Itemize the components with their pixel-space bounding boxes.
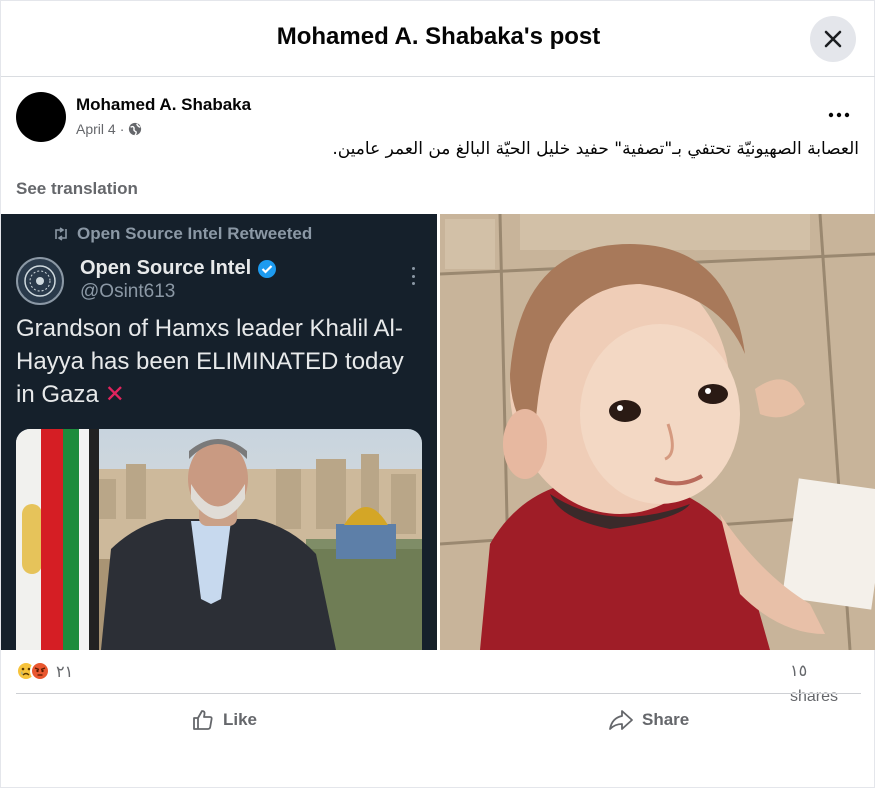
- post-meta: April 4 ·: [76, 121, 142, 137]
- actions-divider: [16, 693, 861, 694]
- tweet-text: Grandson of Hamxs leader Khalil Al-Hayya…: [16, 315, 404, 408]
- tweet-author-name: Open Source Intel: [80, 257, 277, 280]
- meta-separator: ·: [119, 121, 125, 137]
- like-label: Like: [223, 710, 258, 729]
- post-text: العصابة الصهيونيّة تحتفي بـ"تصفية" حفيد …: [332, 139, 859, 159]
- shares-label[interactable]: shares: [790, 688, 838, 706]
- close-button[interactable]: [810, 16, 856, 62]
- post-image-child-photo[interactable]: [440, 214, 875, 650]
- more-horizontal-icon: [828, 112, 850, 118]
- like-button[interactable]: Like: [191, 704, 257, 736]
- more-options-button[interactable]: [823, 104, 855, 126]
- tweet-avatar: [16, 257, 64, 305]
- reactions-summary[interactable]: ٢١: [16, 661, 73, 681]
- share-icon: [609, 710, 633, 730]
- tweet-embedded-photo: [16, 429, 422, 650]
- author-name[interactable]: Mohamed A. Shabaka: [76, 95, 251, 115]
- angry-reaction-icon: [30, 661, 50, 681]
- tweet-handle: @Osint613: [80, 281, 176, 302]
- post-date[interactable]: April 4: [76, 121, 116, 137]
- verified-badge-icon: [258, 259, 277, 278]
- retweet-icon: [55, 227, 67, 241]
- post-dialog: Mohamed A. Shabaka's post Mohamed A. Sha…: [0, 0, 875, 788]
- share-label: Share: [642, 710, 690, 729]
- tweet-more-icon: [406, 267, 420, 285]
- dialog-header: Mohamed A. Shabaka's post: [1, 1, 875, 77]
- see-translation-link[interactable]: See translation: [16, 179, 138, 199]
- reaction-count: ٢١: [56, 661, 74, 681]
- share-button[interactable]: Share: [608, 704, 689, 736]
- retweet-label: Open Source Intel Retweeted: [77, 224, 313, 243]
- like-icon: [193, 710, 213, 730]
- retweet-line: Open Source Intel Retweeted: [53, 224, 312, 244]
- author-avatar[interactable]: [16, 92, 66, 142]
- close-icon: [824, 30, 842, 48]
- globe-icon[interactable]: [128, 122, 142, 136]
- shares-count[interactable]: ١٥: [790, 661, 807, 680]
- cross-mark-emoji: ✕: [104, 381, 125, 408]
- dialog-title: Mohamed A. Shabaka's post: [276, 23, 601, 50]
